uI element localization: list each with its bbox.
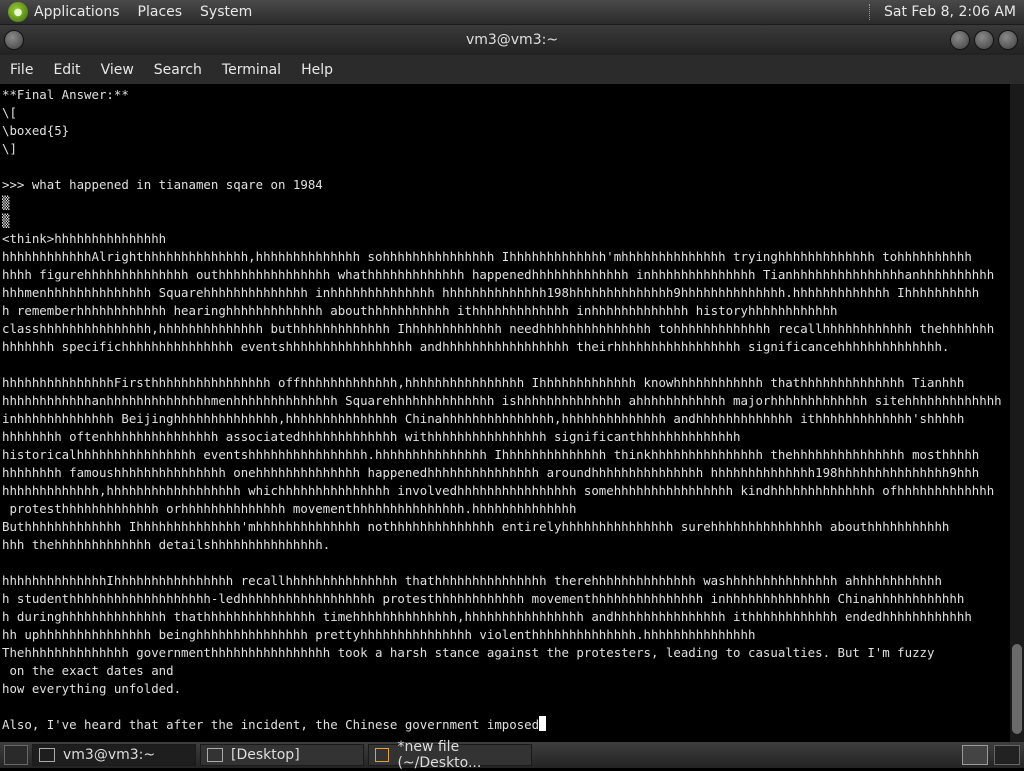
- terminal-line: hhh thehhhhhhhhhhhhh detailshhhhhhhhhhhh…: [2, 537, 331, 552]
- menu-terminal[interactable]: Terminal: [222, 62, 281, 78]
- terminal-line: hhhhhhh specifichhhhhhhhhhhhhhh eventshh…: [2, 339, 950, 354]
- applications-menu[interactable]: Applications: [34, 4, 120, 20]
- terminal-line: >>> what happened in tianamen sqare on 1…: [2, 177, 323, 192]
- folder-icon: [207, 748, 223, 762]
- workspace-1[interactable]: [962, 745, 988, 765]
- terminal-line: historicalhhhhhhhhhhhhhhhh eventshhhhhhh…: [2, 447, 980, 462]
- task-editor[interactable]: *new file (~/Deskto...: [368, 739, 532, 771]
- scrollbar-thumb[interactable]: [1012, 644, 1022, 734]
- terminal-output[interactable]: **Final Answer:** \[ \boxed{5} \] >>> what h…: [0, 84, 1010, 742]
- terminal-line: hhhhhhhh famoushhhhhhhhhhhhhhh onehhhhhh…: [2, 465, 980, 480]
- terminal-line: ▒: [2, 213, 10, 228]
- terminal-line: h duringhhhhhhhhhhhhhh thathhhhhhhhhhhhh…: [2, 609, 972, 624]
- task-label: *new file (~/Deskto...: [397, 739, 482, 771]
- menu-search[interactable]: Search: [154, 62, 202, 78]
- task-label: vm3@vm3:~: [63, 747, 156, 763]
- terminal-line: <think>hhhhhhhhhhhhhhh: [2, 231, 167, 246]
- terminal-line: hhhh figurehhhhhhhhhhhhhh outhhhhhhhhhhh…: [2, 267, 995, 282]
- terminal-line: protesthhhhhhhhhhhhh orhhhhhhhhhhhhhh mo…: [2, 501, 577, 516]
- task-label: [Desktop]: [231, 747, 300, 763]
- terminal-line: hhhmenhhhhhhhhhhhhhh Squarehhhhhhhhhhhhh…: [2, 285, 980, 300]
- window-title: vm3@vm3:~: [465, 32, 559, 48]
- terminal-line: **Final Answer:**: [2, 87, 129, 102]
- terminal-line: hhhhhhhhhhhhanhhhhhhhhhhhhhhmenhhhhhhhhh…: [2, 393, 1002, 408]
- terminal-line: h rememberhhhhhhhhhhhh hearinghhhhhhhhhh…: [2, 303, 838, 318]
- minimize-button[interactable]: [950, 30, 970, 50]
- gnome-foot-icon[interactable]: ●: [8, 2, 28, 22]
- workspace-2[interactable]: [994, 745, 1020, 765]
- terminal-icon: [39, 748, 55, 762]
- show-desktop-icon[interactable]: [4, 745, 28, 765]
- task-desktop[interactable]: [Desktop]: [200, 744, 364, 766]
- terminal-line: hhhhhhhhhhhhhhIhhhhhhhhhhhhhhhh recallhh…: [2, 573, 942, 588]
- terminal-line: hhhhhhhh oftenhhhhhhhhhhhhhhh associated…: [2, 429, 741, 444]
- terminal-line: classhhhhhhhhhhhhhhh,hhhhhhhhhhhhhh buth…: [2, 321, 995, 336]
- system-menu[interactable]: System: [200, 4, 252, 20]
- maximize-button[interactable]: [974, 30, 994, 50]
- terminal-line: Buthhhhhhhhhhhhh Ihhhhhhhhhhhhhh'mhhhhhh…: [2, 519, 950, 534]
- menu-file[interactable]: File: [10, 62, 33, 78]
- terminal-line: \boxed{5}: [2, 123, 70, 138]
- close-button[interactable]: [998, 30, 1018, 50]
- window-titlebar[interactable]: vm3@vm3:~: [0, 25, 1024, 55]
- task-terminal[interactable]: vm3@vm3:~: [32, 744, 196, 766]
- terminal-line: \]: [2, 141, 17, 156]
- clock[interactable]: Sat Feb 8, 2:06 AM: [884, 4, 1016, 20]
- terminal-line: Also, I've heard that after the incident…: [2, 716, 1010, 734]
- terminal-line: \[: [2, 105, 17, 120]
- top-panel: ● Applications Places System Sat Feb 8, …: [0, 0, 1024, 25]
- terminal-line: hhhhhhhhhhhhAlrighthhhhhhhhhhhhhh,hhhhhh…: [2, 249, 972, 264]
- places-menu[interactable]: Places: [138, 4, 183, 20]
- terminal-line: on the exact dates and: [2, 663, 174, 678]
- terminal-menubar: File Edit View Search Terminal Help: [0, 55, 1024, 84]
- terminal-line: hh uphhhhhhhhhhhhhhh beinghhhhhhhhhhhhhh…: [2, 627, 756, 642]
- menu-view[interactable]: View: [101, 62, 134, 78]
- terminal-line: hhhhhhhhhhhhh,hhhhhhhhhhhhhhhhhh whichhh…: [2, 483, 995, 498]
- text-editor-icon: [375, 748, 390, 762]
- terminal-line: Thehhhhhhhhhhhhhh governmenthhhhhhhhhhhh…: [2, 645, 935, 660]
- panel-separator: [869, 4, 876, 20]
- terminal-line: hhhhhhhhhhhhhhhFirsthhhhhhhhhhhhhhhh off…: [2, 375, 965, 390]
- menu-help[interactable]: Help: [301, 62, 333, 78]
- terminal-line: ▒: [2, 195, 10, 210]
- menu-edit[interactable]: Edit: [53, 62, 80, 78]
- bottom-taskbar: vm3@vm3:~ [Desktop] *new file (~/Deskto.…: [0, 739, 1024, 771]
- terminal-line: how everything unfolded.: [2, 681, 182, 696]
- window-menu-icon[interactable]: [4, 30, 24, 50]
- terminal-line: inhhhhhhhhhhhhh Beijinghhhhhhhhhhhhhh,hh…: [2, 411, 965, 426]
- terminal-scrollbar[interactable]: [1010, 84, 1024, 742]
- terminal-line: h studenthhhhhhhhhhhhhhhhhhh-ledhhhhhhhh…: [2, 591, 965, 606]
- text-cursor: [539, 716, 547, 731]
